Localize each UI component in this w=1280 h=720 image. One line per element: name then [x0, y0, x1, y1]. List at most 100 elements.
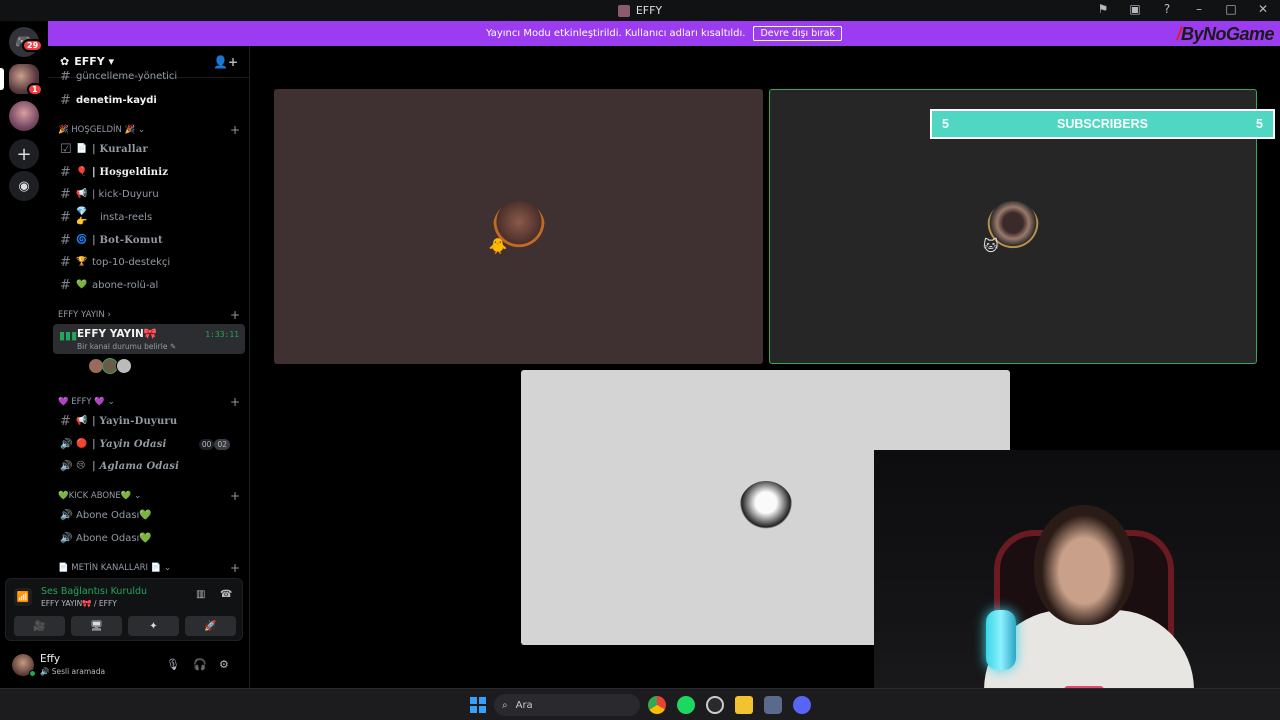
voice-tile-participant-1[interactable]: 🐥	[274, 89, 763, 364]
cat-icon: 🐱	[983, 236, 999, 255]
dm-badge: 29	[22, 39, 44, 52]
hash-icon: #	[60, 277, 71, 293]
avatar: 🐱	[983, 200, 1039, 255]
spotify-icon[interactable]	[677, 696, 695, 714]
voice-action-buttons: 🎥 🖥 ✦ 🚀	[14, 616, 236, 636]
channel-yayin-duyuru[interactable]: # 📢 | Yayin-Duyuru	[56, 411, 242, 431]
voice-channel-abone-odasi[interactable]: 🔊 Abone Odası💚	[56, 505, 242, 525]
category-metin-kanallari[interactable]: 📄 METİN KANALLARI 📄 ⌄ +	[58, 561, 242, 575]
user-name[interactable]: Effy	[40, 653, 60, 665]
window-controls: ⚑ ▣ ? – □ ✕	[1094, 2, 1272, 16]
channel-top-10-destekci[interactable]: # 🏆 top-10-destekçi	[56, 252, 242, 272]
microphone-icon[interactable]: 🎙	[166, 658, 180, 671]
add-channel-icon[interactable]: +	[230, 489, 240, 503]
server-icon-secondary[interactable]	[9, 101, 39, 131]
channel-denetim-kaydi[interactable]: # denetim-kaydi	[56, 90, 242, 110]
flag-icon[interactable]: ⚑	[1094, 2, 1112, 16]
app-logo-icon	[617, 4, 630, 17]
subscribers-label: SUBSCRIBERS	[1057, 117, 1148, 131]
microphone-rgb	[986, 610, 1016, 670]
connection-status[interactable]: Ses Bağlantısı Kuruldu	[41, 586, 147, 597]
voice-participants	[88, 358, 132, 374]
channel-clipped[interactable]: # güncelleme-yönetici	[56, 71, 242, 81]
user-panel: Effy 🔊 Sesli aramada 🎙 🎧 ⚙	[0, 645, 245, 687]
close-button[interactable]: ✕	[1254, 2, 1272, 16]
channel-abone-rolu-al[interactable]: # 💚 abone-rolü-al	[56, 275, 242, 295]
chrome-icon[interactable]	[648, 696, 666, 714]
subscribers-count-left: 5	[942, 117, 949, 131]
category-effy[interactable]: 💜 EFFY 💜 ⌄ +	[58, 395, 242, 409]
noise-suppression-icon[interactable]: ▥	[196, 589, 205, 600]
hash-icon: #	[60, 209, 71, 225]
soundboard-button[interactable]: 🚀	[185, 616, 236, 636]
taskbar: ⌕ Ara	[0, 688, 1280, 720]
speaker-icon: 🔊	[60, 460, 73, 472]
add-channel-icon[interactable]: +	[230, 308, 240, 322]
invite-icon[interactable]: 👤+	[213, 55, 238, 69]
minimize-button[interactable]: –	[1190, 2, 1208, 16]
window-title: EFFY	[635, 4, 663, 17]
hash-icon: #	[60, 254, 71, 270]
channel-bot-komut[interactable]: # 🌀 | Bot-Komut	[56, 230, 242, 250]
signal-icon[interactable]: 📶	[14, 588, 32, 606]
online-status-icon	[29, 670, 36, 677]
server-badge-icon: ✿	[60, 55, 70, 68]
hash-icon: #	[60, 232, 71, 248]
disable-streamer-mode-button[interactable]: Devre dışı bırak	[753, 26, 843, 41]
add-channel-icon[interactable]: +	[230, 561, 240, 575]
voice-channel-aglama-odasi[interactable]: 🔊 😢 | Aglama Odasi	[56, 456, 242, 476]
user-status: 🔊 Sesli aramada	[40, 667, 106, 676]
disconnect-icon[interactable]: ☎	[220, 589, 232, 600]
voice-connection-panel: 📶 Ses Bağlantısı Kuruldu EFFY YAYIN🎀 / E…	[5, 578, 243, 641]
brand-watermark: /ByNoGame	[1176, 24, 1274, 44]
category-effy-yayin[interactable]: EFFY YAYIN › +	[58, 308, 242, 322]
discord-taskbar-icon[interactable]	[793, 696, 811, 714]
inbox-icon[interactable]: ▣	[1126, 2, 1144, 16]
voice-channel-active[interactable]: ▮▮▮ EFFY YAYIN🎀 Bir kanal durumu belirle…	[53, 324, 245, 354]
add-channel-icon[interactable]: +	[230, 123, 240, 137]
hash-icon: #	[60, 164, 71, 180]
compass-icon: ◉	[18, 178, 30, 194]
channel-hosgeldiniz[interactable]: # 🎈 | Hoşgeldiniz	[56, 162, 242, 182]
speaker-icon: 🔊	[60, 509, 73, 521]
add-server-button[interactable]: +	[9, 139, 39, 169]
category-hosgeldin[interactable]: 🎉 HOŞGELDİN 🎉 ⌄ +	[58, 123, 242, 137]
obs-icon[interactable]	[706, 696, 724, 714]
channel-kick-duyuru[interactable]: # 📢 | kick-Duyuru	[56, 184, 242, 204]
file-explorer-icon[interactable]	[735, 696, 753, 714]
app-icon[interactable]	[764, 696, 782, 714]
server-badge: 1	[27, 83, 43, 96]
hash-icon: #	[60, 92, 71, 108]
channel-kurallar[interactable]: ☑ 📄 | Kurallar	[56, 139, 242, 159]
avatar[interactable]	[116, 358, 132, 374]
help-icon[interactable]: ?	[1158, 2, 1176, 16]
camera-button[interactable]: 🎥	[14, 616, 65, 636]
user-limit-counter: 00 02	[198, 439, 230, 450]
connection-channel[interactable]: EFFY YAYIN🎀 / EFFY	[41, 599, 117, 608]
voice-channel-yayin-odasi[interactable]: 🔊 🔴 | Yayin Odasi 00 02	[56, 434, 242, 454]
speaker-icon: 🔊	[60, 438, 73, 450]
plus-icon: +	[16, 143, 32, 165]
avatar	[738, 480, 793, 535]
headphones-icon[interactable]: 🎧	[193, 658, 207, 671]
explore-button[interactable]: ◉	[9, 171, 39, 201]
taskbar-search[interactable]: ⌕ Ara	[494, 694, 640, 716]
duck-icon: 🐥	[488, 236, 508, 255]
channel-insta-reels[interactable]: # 💎👉 insta-reels	[56, 207, 242, 227]
subscribers-overlay: 5 SUBSCRIBERS 5	[930, 109, 1275, 139]
avatar: 🐥	[489, 200, 545, 255]
subscribers-count-right: 5	[1256, 117, 1263, 131]
settings-gear-icon[interactable]: ⚙	[219, 658, 229, 671]
speaker-icon: 🔊	[60, 532, 73, 544]
screen-share-button[interactable]: 🖥	[71, 616, 122, 636]
windows-start-icon[interactable]	[470, 697, 486, 713]
streamer-head	[1034, 505, 1134, 625]
streamer-mode-banner: Yayıncı Modu etkinleştirildi. Kullanıcı …	[48, 21, 1280, 46]
voice-channel-abone-odasi-2[interactable]: 🔊 Abone Odası💚	[56, 528, 242, 548]
maximize-button[interactable]: □	[1222, 2, 1240, 16]
search-icon: ⌕	[502, 699, 508, 711]
activities-button[interactable]: ✦	[128, 616, 179, 636]
category-kick-abone[interactable]: 💚KICK ABONE💚 ⌄ +	[58, 489, 242, 503]
add-channel-icon[interactable]: +	[230, 395, 240, 409]
server-name: EFFY ▾	[74, 55, 115, 68]
